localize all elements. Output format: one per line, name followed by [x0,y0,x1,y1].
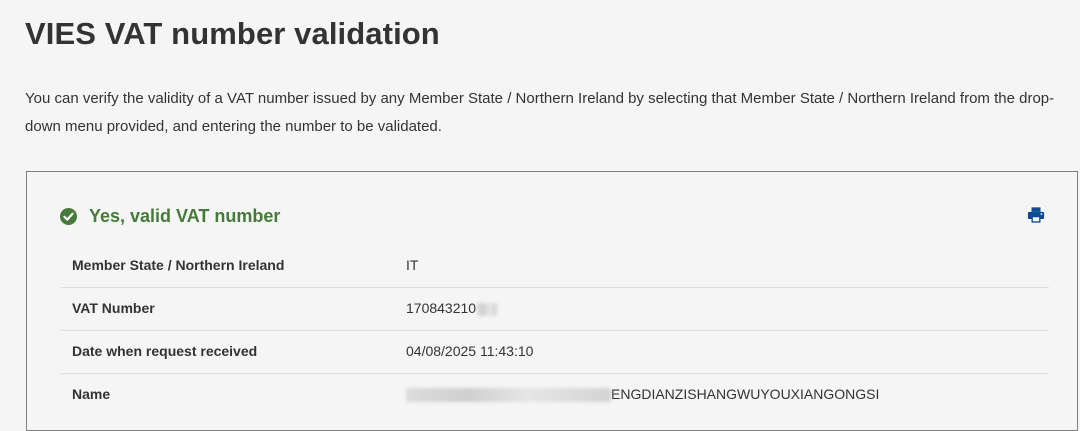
redacted-blur [406,388,611,403]
name-value-wrap: ENGDIANZISHANGWUYOUXIANGONGSI [406,386,880,403]
result-details: Member State / Northern Ireland IT VAT N… [61,245,1049,417]
validation-result-panel: Yes, valid VAT number Member State / Nor… [26,171,1078,431]
redacted-blur [477,302,498,316]
detail-row-vat-number: VAT Number 170843210 [61,288,1049,331]
print-icon[interactable] [1027,206,1045,224]
name-value: ENGDIANZISHANGWUYOUXIANGONGSI [611,386,880,402]
vat-number-label: VAT Number [72,300,155,316]
detail-row-date: Date when request received 04/08/2025 11… [61,331,1049,374]
result-header: Yes, valid VAT number [60,202,280,230]
request-date-label: Date when request received [72,343,258,359]
result-status: Yes, valid VAT number [89,205,281,226]
detail-row-member-state: Member State / Northern Ireland IT [61,245,1049,288]
member-state-value: IT [406,257,419,273]
page-title: VIES VAT number validation [25,16,440,51]
member-state-label: Member State / Northern Ireland [72,257,285,273]
detail-row-name: Name ENGDIANZISHANGWUYOUXIANGONGSI [61,374,1049,417]
intro-text: You can verify the validity of a VAT num… [25,90,1055,135]
vat-number-value: 170843210 [406,300,477,316]
vat-number-value-wrap: 170843210 [406,300,498,316]
check-circle-icon [60,207,77,225]
name-label: Name [72,386,111,402]
request-date-value: 04/08/2025 11:43:10 [406,343,534,359]
